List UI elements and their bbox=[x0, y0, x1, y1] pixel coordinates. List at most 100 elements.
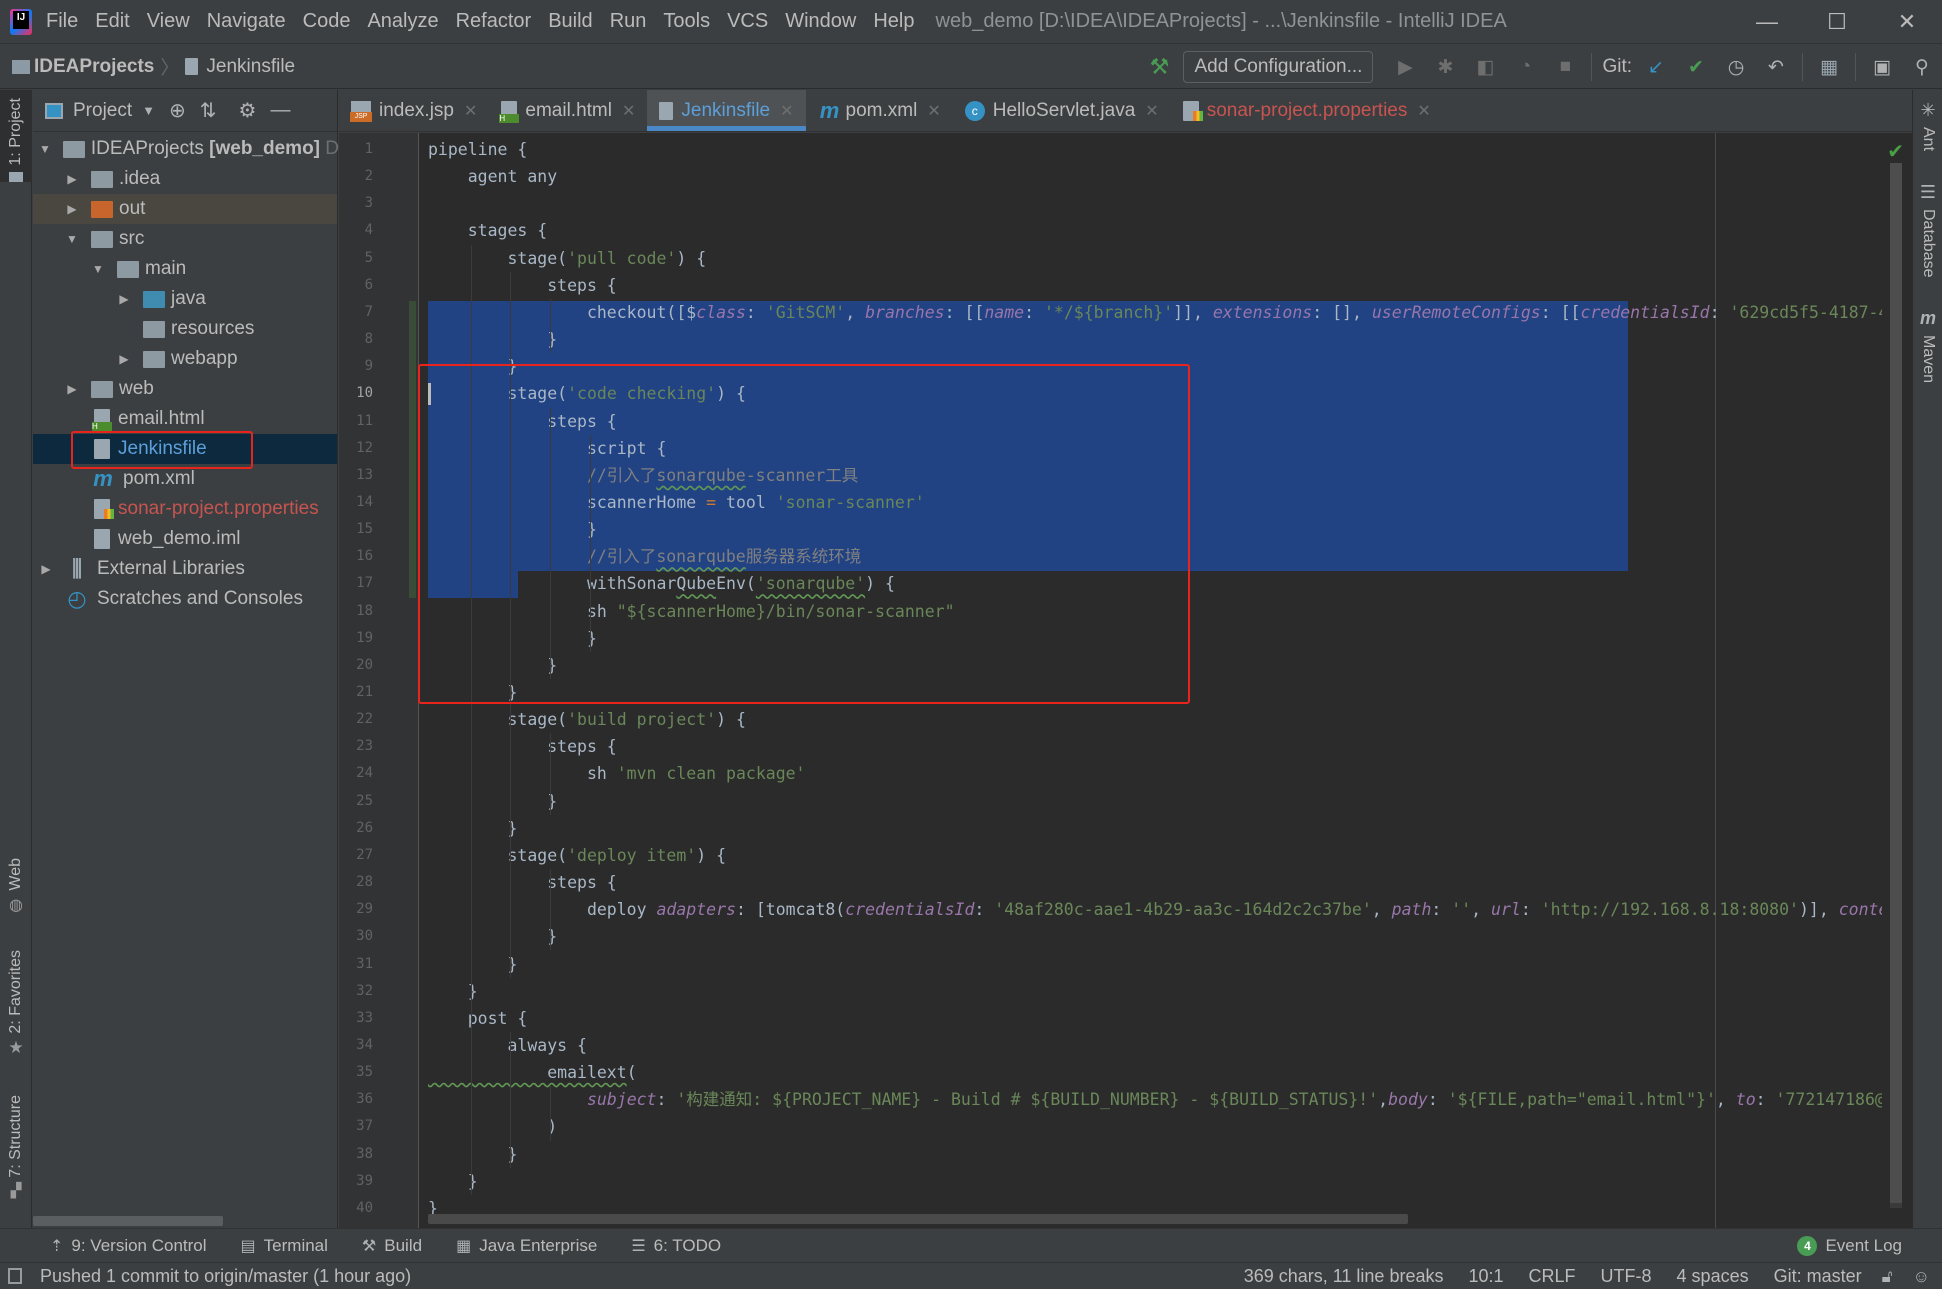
inspector-icon[interactable]: ☺ bbox=[1913, 1267, 1930, 1287]
profile-icon[interactable]: ◔ bbox=[1510, 56, 1540, 78]
debug-icon[interactable]: ✱ bbox=[1430, 56, 1460, 79]
unlock-icon[interactable]: 🔓︎ bbox=[1882, 1267, 1893, 1287]
hammer-icon[interactable]: ⚒ bbox=[1144, 54, 1174, 80]
chevron-down-icon[interactable]: ▼ bbox=[91, 262, 105, 276]
maven-tool-button[interactable]: m Maven bbox=[1913, 308, 1942, 383]
favorites-tool-button[interactable]: 2: Favorites ★ bbox=[0, 950, 32, 1058]
menu-refactor[interactable]: Refactor bbox=[456, 10, 532, 33]
status-message[interactable]: Pushed 1 commit to origin/master (1 hour… bbox=[40, 1266, 411, 1287]
close-icon[interactable]: ✕ bbox=[1145, 101, 1158, 121]
editor-vertical-scrollbar[interactable] bbox=[1890, 163, 1902, 1208]
locate-icon[interactable]: ⊕ bbox=[169, 98, 186, 123]
database-tool-button[interactable]: ☰ Database bbox=[1913, 182, 1942, 278]
tab-index-jsp[interactable]: index.jsp ✕ bbox=[339, 90, 489, 131]
minimize-button[interactable]: — bbox=[1732, 0, 1802, 44]
tab-hello-servlet[interactable]: c HelloServlet.java ✕ bbox=[953, 90, 1171, 131]
menu-vcs[interactable]: VCS bbox=[727, 10, 768, 33]
menu-code[interactable]: Code bbox=[303, 10, 351, 33]
menu-build[interactable]: Build bbox=[548, 10, 592, 33]
chevron-down-icon[interactable]: ▼ bbox=[142, 103, 155, 118]
version-control-button[interactable]: ⇡ 9: Version Control bbox=[50, 1236, 207, 1256]
add-configuration-button[interactable]: Add Configuration... bbox=[1183, 51, 1374, 83]
tab-email-html[interactable]: email.html ✕ bbox=[489, 90, 647, 131]
close-icon[interactable]: ✕ bbox=[780, 101, 793, 121]
menu-file[interactable]: File bbox=[46, 10, 78, 33]
project-structure-icon[interactable]: ▦ bbox=[1814, 56, 1844, 79]
tab-pom-xml[interactable]: m pom.xml ✕ bbox=[806, 90, 953, 131]
run-icon[interactable]: ▶ bbox=[1390, 56, 1420, 79]
close-icon[interactable]: ✕ bbox=[1417, 101, 1430, 121]
tree-item[interactable]: ▶ web bbox=[33, 374, 337, 404]
tree-item[interactable]: web_demo.iml bbox=[33, 524, 337, 554]
presentation-icon[interactable]: ▣ bbox=[1867, 56, 1897, 79]
tab-sonar-project-properties[interactable]: sonar-project.properties ✕ bbox=[1171, 90, 1443, 131]
chevron-right-icon[interactable]: ▶ bbox=[117, 292, 131, 306]
history-icon[interactable]: ◷ bbox=[1721, 56, 1751, 79]
git-commit-icon[interactable]: ✔ bbox=[1681, 56, 1711, 79]
tree-item[interactable]: ▼ main bbox=[33, 254, 337, 284]
chevron-right-icon[interactable]: ▶ bbox=[117, 352, 131, 366]
collapse-all-icon[interactable]: ⇅ bbox=[200, 98, 217, 123]
breadcrumb-file[interactable]: Jenkinsfile bbox=[206, 56, 295, 78]
editor-horizontal-scrollbar[interactable] bbox=[428, 1214, 1408, 1224]
caret-position[interactable]: 10:1 bbox=[1468, 1266, 1503, 1287]
indent-setting[interactable]: 4 spaces bbox=[1677, 1266, 1749, 1287]
menu-navigate[interactable]: Navigate bbox=[207, 10, 286, 33]
git-update-icon[interactable]: ↙ bbox=[1641, 56, 1671, 79]
coverage-icon[interactable]: ◧ bbox=[1470, 56, 1500, 79]
menu-window[interactable]: Window bbox=[785, 10, 856, 33]
toggle-tool-windows-icon[interactable] bbox=[8, 1268, 22, 1284]
chevron-right-icon[interactable]: ▶ bbox=[65, 382, 79, 396]
tree-item[interactable]: ▶ ⫼ External Libraries bbox=[33, 554, 337, 584]
chevron-right-icon[interactable]: ▶ bbox=[65, 172, 79, 186]
tree-item[interactable]: ▶ .idea bbox=[33, 164, 337, 194]
menu-tools[interactable]: Tools bbox=[663, 10, 710, 33]
tab-jenkinsfile[interactable]: Jenkinsfile ✕ bbox=[647, 90, 806, 131]
close-icon[interactable]: ✕ bbox=[464, 101, 477, 121]
structure-tool-button[interactable]: 7: Structure ▞ bbox=[0, 1095, 32, 1199]
web-tool-button[interactable]: Web ◍ bbox=[0, 858, 32, 915]
tree-item[interactable]: Jenkinsfile bbox=[33, 434, 337, 464]
gear-icon[interactable]: ⚙ bbox=[239, 98, 257, 123]
stop-icon[interactable]: ■ bbox=[1550, 56, 1580, 78]
chevron-right-icon[interactable]: ▶ bbox=[39, 562, 53, 576]
ant-tool-button[interactable]: ✳ Ant bbox=[1913, 100, 1942, 151]
project-panel-scrollbar[interactable] bbox=[33, 1216, 223, 1226]
tree-item[interactable]: ◴ Scratches and Consoles bbox=[33, 584, 337, 614]
tree-item[interactable]: ▶ out bbox=[33, 194, 337, 224]
line-number-gutter[interactable]: 1 2 3 4 5 6 7 8 9 10 11 12 13 14 15 16 17 18 19 20 21 22 23 24 2… bbox=[339, 133, 419, 1228]
java-enterprise-button[interactable]: ▦ Java Enterprise bbox=[456, 1236, 597, 1256]
code-area[interactable]: pipeline { agent any stages { stage('pul… bbox=[428, 133, 1882, 1228]
menu-view[interactable]: View bbox=[147, 10, 190, 33]
project-tool-button[interactable]: 1: Project bbox=[0, 90, 32, 182]
tree-item[interactable]: resources bbox=[33, 314, 337, 344]
close-icon[interactable]: ✕ bbox=[927, 101, 940, 121]
menu-edit[interactable]: Edit bbox=[95, 10, 129, 33]
line-separator[interactable]: CRLF bbox=[1529, 1266, 1576, 1287]
tree-item[interactable]: ▼ IDEAProjects [web_demo] D bbox=[33, 134, 339, 164]
code-editor[interactable]: 1 2 3 4 5 6 7 8 9 10 11 12 13 14 15 16 17 18 19 20 21 22 23 24 2… bbox=[339, 133, 1912, 1228]
tree-item[interactable]: email.html bbox=[33, 404, 337, 434]
breadcrumb-project[interactable]: IDEAProjects bbox=[34, 56, 154, 78]
hide-panel-icon[interactable]: — bbox=[270, 99, 290, 122]
maximize-button[interactable]: ☐ bbox=[1802, 0, 1872, 44]
tree-item[interactable]: ▶ java bbox=[33, 284, 337, 314]
vcs-branch[interactable]: Git: master bbox=[1774, 1266, 1862, 1287]
terminal-button[interactable]: ▤ Terminal bbox=[241, 1236, 328, 1256]
build-button[interactable]: ⚒ Build bbox=[362, 1236, 422, 1256]
todo-button[interactable]: ☰ 6: TODO bbox=[631, 1236, 721, 1256]
chevron-down-icon[interactable]: ▼ bbox=[65, 232, 79, 246]
menu-analyze[interactable]: Analyze bbox=[367, 10, 438, 33]
tree-item[interactable]: ▶ webapp bbox=[33, 344, 337, 374]
tree-item[interactable]: m pom.xml bbox=[33, 464, 337, 494]
search-icon[interactable]: ⚲ bbox=[1907, 56, 1937, 79]
tree-item[interactable]: sonar-project.properties bbox=[33, 494, 337, 524]
menu-help[interactable]: Help bbox=[873, 10, 914, 33]
chevron-right-icon[interactable]: ▶ bbox=[65, 202, 79, 216]
close-icon[interactable]: ✕ bbox=[622, 101, 635, 121]
event-log-button[interactable]: 4 Event Log bbox=[1797, 1229, 1902, 1263]
tree-item[interactable]: ▼ src bbox=[33, 224, 337, 254]
rollback-icon[interactable]: ↶ bbox=[1761, 56, 1791, 79]
chevron-down-icon[interactable]: ▼ bbox=[39, 142, 51, 156]
project-view-selector[interactable]: Project bbox=[73, 100, 132, 122]
